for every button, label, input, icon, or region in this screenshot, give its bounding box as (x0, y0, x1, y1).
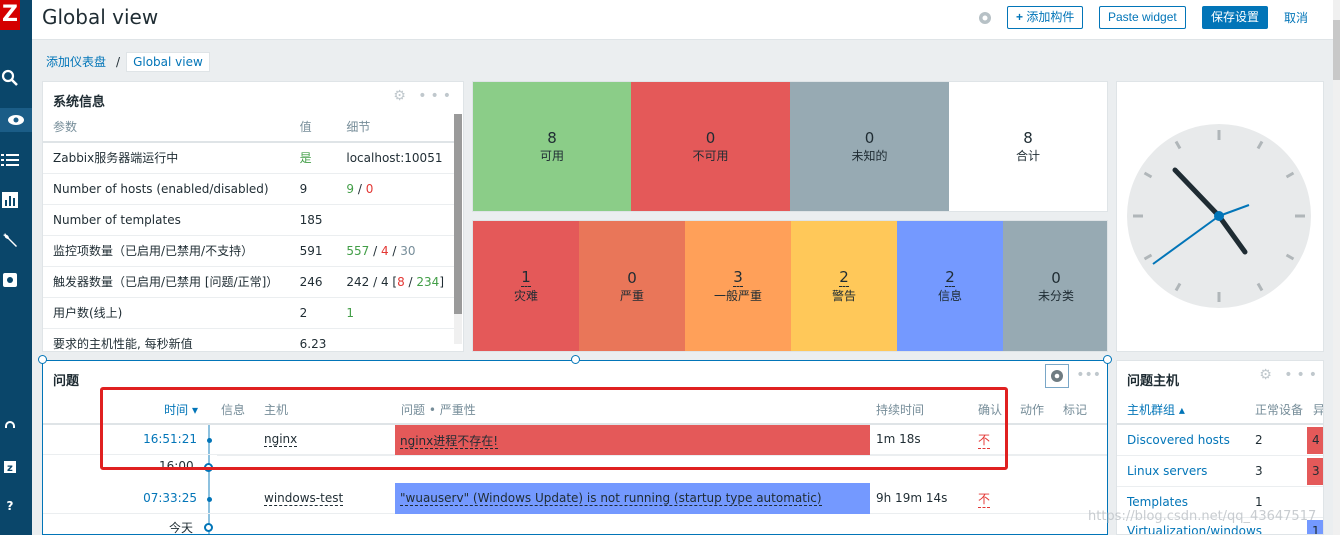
severity-tile-information[interactable]: 2 信息 (897, 221, 1003, 351)
table-row: 监控项数量（已启用/已禁用/不支持） 591 557 / 4 / 30 (43, 235, 454, 267)
problem-name[interactable]: "wuauserv" (Windows Update) is not runni… (400, 491, 822, 506)
availability-tile-unavailable[interactable]: 0 不可用 (631, 82, 790, 211)
availability-tile-available[interactable]: 8 可用 (473, 82, 631, 211)
availability-tile-unknown[interactable]: 0 未知的 (790, 82, 949, 211)
widget-title: 系统信息 (53, 95, 106, 110)
col-header: 值 (289, 112, 337, 143)
host-group-link[interactable]: Virtualization/windows (1127, 524, 1262, 534)
host-availability-widget: 8 可用 0 不可用 0 未知的 8 合计 (472, 81, 1108, 212)
timeline-marker-dot (204, 523, 213, 532)
problem-duration: 9h 19m 14s (876, 491, 948, 505)
table-row: 07:33:25 windows-test "wuauserv" (Window… (43, 483, 1107, 514)
host-group-link[interactable]: Linux servers (1127, 464, 1207, 478)
problem-count[interactable]: 3 (1307, 458, 1323, 485)
annotation-highlight-box (100, 387, 1008, 470)
ack-link[interactable]: 不 (978, 490, 991, 508)
breadcrumb-dashboards-link[interactable]: 添加仪表盘 (42, 51, 110, 72)
dashboard-settings-icon[interactable] (977, 10, 993, 29)
severity-tile-not-classified[interactable]: 0 未分类 (1003, 221, 1107, 351)
timeline-dot (207, 497, 212, 502)
col-header: 细节 (336, 112, 454, 143)
wrench-icon[interactable] (0, 228, 20, 252)
page-title: Global view (42, 5, 159, 29)
breadcrumb-current[interactable]: Global view (126, 51, 210, 72)
widget-title: 问题主机 (1127, 374, 1180, 389)
save-settings-button[interactable]: 保存设置 (1202, 6, 1269, 29)
col-header: 参数 (43, 112, 290, 143)
table-row: Number of templates 185 (43, 204, 454, 236)
resize-handle[interactable] (1103, 355, 1112, 364)
zabbix-logo[interactable]: Z (0, 0, 20, 30)
watermark: https://blog.csdn.net/qq_43647517 (1088, 509, 1317, 524)
svg-text:z: z (7, 463, 13, 473)
table-row: Zabbix服务器端运行中 是 localhost:10051 (43, 142, 454, 174)
problems-by-severity-widget: 1 灾难 0 严重 3 一般严重 2 警告 2 信息 0 未分类 (472, 220, 1108, 352)
table-row: 触发器数量（已启用/已禁用 [问题/正常]） 246 242 / 4 [8 / … (43, 266, 454, 298)
timeline-marker: 今天 (169, 521, 194, 535)
col-header: 异 (1313, 403, 1324, 417)
clock-widget (1116, 81, 1324, 352)
problem-host[interactable]: windows-test (264, 491, 344, 506)
breadcrumb: 添加仪表盘 / Global view (42, 51, 210, 72)
severity-tile-warning[interactable]: 2 警告 (791, 221, 897, 351)
problem-name-cell[interactable]: "wuauserv" (Windows Update) is not runni… (395, 483, 870, 514)
chart-icon[interactable] (0, 188, 20, 212)
resize-handle[interactable] (571, 355, 580, 364)
col-header: 正常设备 (1255, 403, 1304, 417)
page-header: Global view + 添加构件 Paste widget 保存设置 取消 (32, 0, 1340, 40)
widget-settings-icon[interactable] (1045, 364, 1069, 388)
scrollbar-thumb[interactable] (454, 114, 462, 314)
availability-tile-total[interactable]: 8 合计 (949, 82, 1107, 211)
problem-hosts-header: 主机群组 ▴ 正常设备 异 (1117, 393, 1324, 425)
cancel-link[interactable]: 取消 (1284, 9, 1308, 26)
table-row: 用户数(线上) 2 1 (43, 297, 454, 329)
eye-icon[interactable] (0, 108, 32, 132)
widget-menu-icon[interactable]: ••• (1076, 367, 1101, 383)
support-icon[interactable] (0, 414, 20, 438)
gear-icon[interactable] (0, 268, 20, 292)
problem-count[interactable]: 4 (1307, 427, 1323, 454)
table-row: Number of hosts (enabled/disabled) 9 9 /… (43, 173, 454, 205)
host-group-link[interactable]: Discovered hosts (1127, 433, 1230, 447)
sidebar: Z z ? (0, 0, 32, 535)
host-group-link[interactable]: Templates (1127, 495, 1188, 509)
col-header: 标记 (1063, 403, 1088, 417)
zabbix-share-icon[interactable]: z (0, 455, 20, 479)
breadcrumb-separator: / (116, 54, 121, 69)
clock-face (1127, 124, 1311, 308)
search-icon[interactable] (0, 66, 20, 90)
severity-tile-average[interactable]: 3 一般严重 (685, 221, 791, 351)
col-header[interactable]: 主机群组 ▴ (1127, 401, 1185, 418)
problems-widget: 问题 ••• 时间 ▾ 信息 主机 问题 • 严重性 持续时间 确认 动作 标记… (42, 360, 1108, 535)
widget-actions[interactable]: ⚙ ••• (393, 88, 455, 104)
paste-widget-button[interactable]: Paste widget (1099, 6, 1186, 29)
widget-title: 问题 (53, 374, 80, 389)
problem-time[interactable]: 07:33:25 (143, 491, 197, 505)
system-info-table: 参数 值 细节 Zabbix服务器端运行中 是 localhost:10051 … (43, 112, 454, 351)
help-icon[interactable]: ? (0, 494, 20, 518)
page-scrollbar[interactable] (1333, 0, 1340, 535)
table-row: Linux servers 3 3 (1117, 456, 1323, 487)
col-header: 动作 (1020, 403, 1045, 417)
scrollbar-thumb[interactable] (1333, 20, 1340, 80)
table-row: 要求的主机性能, 每秒新值 6.23 (43, 328, 454, 351)
widget-actions[interactable]: ⚙ ••• (1259, 367, 1321, 383)
list-icon[interactable] (0, 148, 20, 172)
system-info-widget: 系统信息 ⚙ ••• 参数 值 细节 Zabbix服务器端运行中 是 local… (42, 81, 464, 352)
table-row: Discovered hosts 2 4 (1117, 425, 1323, 456)
severity-tile-high[interactable]: 0 严重 (579, 221, 685, 351)
scrollbar-track[interactable] (454, 114, 462, 344)
add-widget-button[interactable]: + 添加构件 (1007, 6, 1084, 29)
resize-handle[interactable] (38, 355, 47, 364)
severity-tile-disaster[interactable]: 1 灾难 (473, 221, 579, 351)
